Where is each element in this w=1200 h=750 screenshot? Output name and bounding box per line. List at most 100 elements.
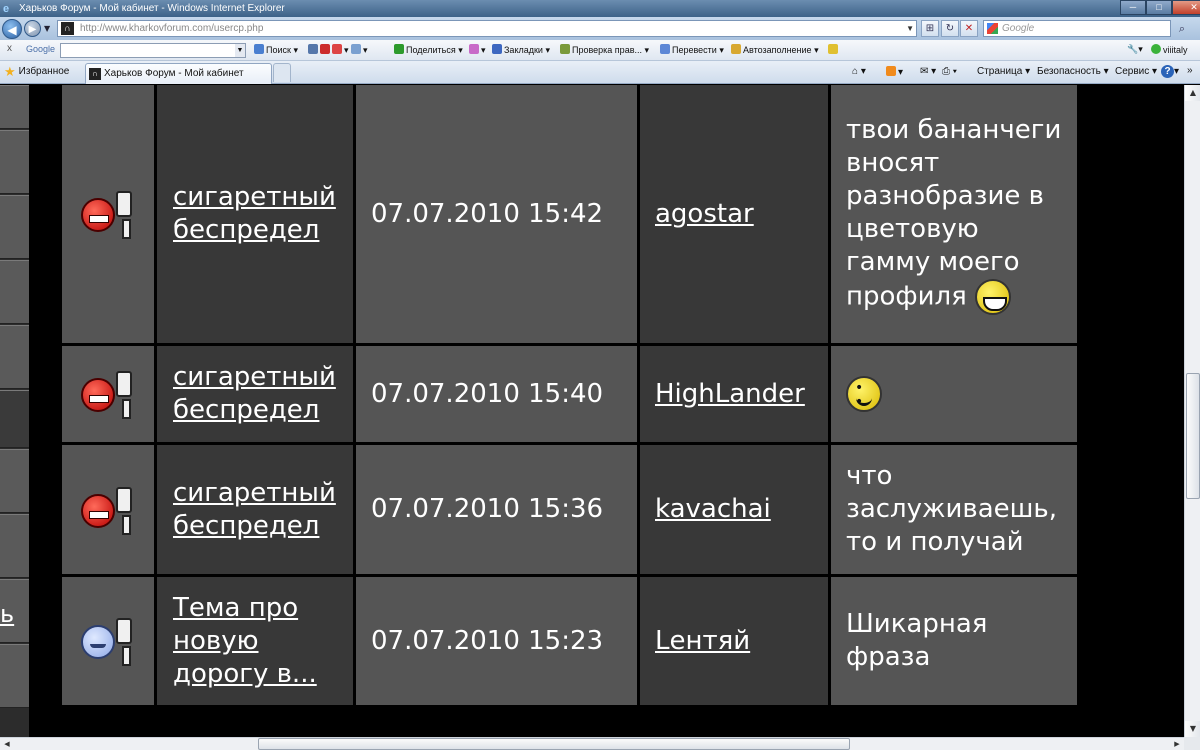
search-placeholder: Google xyxy=(1002,23,1035,34)
scroll-right-icon[interactable]: ▶ xyxy=(1170,738,1184,750)
angry-sign-smiley-icon xyxy=(79,486,137,535)
google-toolbar: x Google ▼ Поиск ▾ ▾ ▾ Поделиться ▾ ▾ За… xyxy=(0,40,1200,61)
sidebar-segment[interactable] xyxy=(0,130,29,194)
feeds-icon[interactable]: ▾ xyxy=(886,66,903,78)
search-go-icon[interactable]: ⌕ xyxy=(1172,20,1192,37)
table-row: Тема про новую дорогу в... 07.07.2010 15… xyxy=(62,577,1077,705)
topic-cell: сигаретный беспредел xyxy=(157,346,353,442)
topic-link[interactable]: сигаретный беспредел xyxy=(173,362,336,425)
back-button[interactable]: ◀ xyxy=(2,18,22,39)
forward-button[interactable]: ▶ xyxy=(24,20,41,37)
username-link[interactable]: kavachai xyxy=(655,494,771,524)
message-cell xyxy=(831,346,1077,442)
sidebar-segment[interactable] xyxy=(0,325,29,389)
browser-tab[interactable]: ∩ Харьков Форум - Мой кабинет xyxy=(85,63,272,84)
sidebar-segment[interactable] xyxy=(0,260,29,324)
scroll-up-icon[interactable]: ▲ xyxy=(1185,85,1200,101)
vertical-scrollbar[interactable]: ▲ ▼ xyxy=(1184,85,1200,737)
google-search-button[interactable]: Поиск ▾ xyxy=(254,44,298,56)
sidebar-segment[interactable] xyxy=(0,449,29,513)
site-favicon-icon: ∩ xyxy=(61,22,74,35)
username-link[interactable]: HighLander xyxy=(655,379,805,409)
translate-button[interactable]: Перевести ▾ xyxy=(660,44,724,56)
star-icon xyxy=(492,44,502,54)
google-logo: Google xyxy=(26,44,56,54)
post-icon-cell xyxy=(62,346,154,442)
posts-table: сигаретный беспредел 07.07.2010 15:42 ag… xyxy=(59,85,1080,708)
topic-link[interactable]: Тема про новую дорогу в... xyxy=(173,593,317,689)
url-field[interactable]: ∩ http://www.kharkovforum.com/usercp.php… xyxy=(57,20,917,37)
horizontal-scrollbar[interactable]: ◀ ▶ xyxy=(0,737,1184,750)
sidebar-segment[interactable] xyxy=(0,644,29,708)
page-menu[interactable]: Страница ▾ xyxy=(977,66,1030,77)
sidebar-segment[interactable] xyxy=(0,195,29,259)
message-cell: твои бананчеги вносят разнобразие в цвет… xyxy=(831,85,1077,343)
window-controls: ─ □ ✕ xyxy=(1120,0,1200,15)
post-date: 07.07.2010 15:40 xyxy=(356,346,637,442)
google-account-button[interactable]: viiitaly xyxy=(1151,44,1188,55)
help-icon[interactable]: ? xyxy=(1161,65,1174,78)
safety-menu[interactable]: Безопасность ▾ xyxy=(1037,66,1109,77)
horizontal-scroll-thumb[interactable] xyxy=(258,738,850,750)
favorites-label: Избранное xyxy=(18,66,70,77)
stop-button[interactable]: ✕ xyxy=(960,20,978,37)
scroll-down-icon[interactable]: ▼ xyxy=(1185,721,1200,737)
history-dropdown[interactable]: ▼ xyxy=(44,24,50,33)
spellcheck-button[interactable]: Проверка прав... ▾ xyxy=(560,44,649,56)
username-link[interactable]: agostar xyxy=(655,199,754,229)
url-dropdown-icon[interactable]: ▼ xyxy=(906,21,914,36)
sidebar-segment[interactable] xyxy=(0,85,29,129)
topic-cell: Тема про новую дорогу в... xyxy=(157,577,353,705)
maximize-button[interactable]: □ xyxy=(1146,0,1172,15)
favorites-tab-bar: ★ Избранное ∩ Харьков Форум - Мой кабине… xyxy=(0,61,1200,84)
sidebar-segment[interactable] xyxy=(0,514,29,578)
sidebar-link-fragment[interactable]: ь xyxy=(0,600,14,628)
table-row: сигаретный беспредел 07.07.2010 15:40 Hi… xyxy=(62,346,1077,442)
settings-wrench-icon[interactable]: 🔧▾ xyxy=(1127,44,1143,55)
translate-icon xyxy=(660,44,670,54)
help-dropdown[interactable]: ▾ xyxy=(1174,66,1179,77)
post-date: 07.07.2010 15:23 xyxy=(356,577,637,705)
refresh-button[interactable]: ↻ xyxy=(941,20,959,37)
search-field[interactable]: Google xyxy=(983,20,1171,37)
chevron-down-icon[interactable]: ▼ xyxy=(235,44,245,57)
autofill-button[interactable]: Автозаполнение ▾ xyxy=(731,44,819,56)
message-text: твои бананчеги вносят разнобразие в цвет… xyxy=(846,114,1062,312)
tab-title: Харьков Форум - Мой кабинет xyxy=(104,68,244,79)
table-row: сигаретный беспредел 07.07.2010 15:42 ag… xyxy=(62,85,1077,343)
bookmarks-button[interactable]: Закладки ▾ xyxy=(492,44,550,56)
post-icon-cell xyxy=(62,577,154,705)
home-icon[interactable]: ⌂ ▾ xyxy=(852,66,866,77)
mail-icon[interactable]: ✉ ▾ xyxy=(920,66,936,77)
topic-link[interactable]: сигаретный беспредел xyxy=(173,182,336,245)
topic-cell: сигаретный беспредел xyxy=(157,85,353,343)
share-button[interactable]: Поделиться ▾ xyxy=(394,44,463,56)
calm-sign-smiley-icon xyxy=(79,618,137,666)
favorites-button[interactable]: ★ Избранное xyxy=(4,65,69,78)
grin-smiley-icon xyxy=(975,278,1012,315)
autofill-icon xyxy=(731,44,741,54)
topic-link[interactable]: сигаретный беспредел xyxy=(173,478,336,541)
close-button[interactable]: ✕ xyxy=(1172,0,1200,15)
tab-favicon-icon: ∩ xyxy=(89,68,101,80)
toolbar-close-icon[interactable]: x xyxy=(7,43,12,54)
vertical-scroll-thumb[interactable] xyxy=(1186,373,1200,499)
address-bar: ◀ ▶ ▼ ∩ http://www.kharkovforum.com/user… xyxy=(0,17,1200,40)
toolbar-overflow-icon[interactable]: » xyxy=(1187,65,1193,76)
toolbar-buttons-group[interactable]: ▾ ▾ xyxy=(308,44,368,56)
username-link[interactable]: Lентяй xyxy=(655,626,750,656)
scrollbar-corner xyxy=(1184,737,1200,750)
compatibility-view-button[interactable]: ⊞ xyxy=(921,20,939,37)
url-text: http://www.kharkovforum.com/usercp.php xyxy=(80,23,264,34)
toolbar-extra-button[interactable]: ▾ xyxy=(469,44,486,56)
new-tab-button[interactable] xyxy=(273,63,291,82)
google-search-input[interactable]: ▼ xyxy=(60,43,246,58)
page-content: ь сигаретный беспредел 07.07.2010 15:42 … xyxy=(0,85,1184,737)
minimize-button[interactable]: ─ xyxy=(1120,0,1146,15)
pencil-icon[interactable] xyxy=(828,44,840,55)
scroll-left-icon[interactable]: ◀ xyxy=(0,738,14,750)
share-icon xyxy=(394,44,404,54)
service-menu[interactable]: Сервис ▾ xyxy=(1115,66,1157,77)
print-icon[interactable]: ⎙ ▾ xyxy=(942,66,957,77)
sidebar-segment[interactable] xyxy=(0,390,29,448)
